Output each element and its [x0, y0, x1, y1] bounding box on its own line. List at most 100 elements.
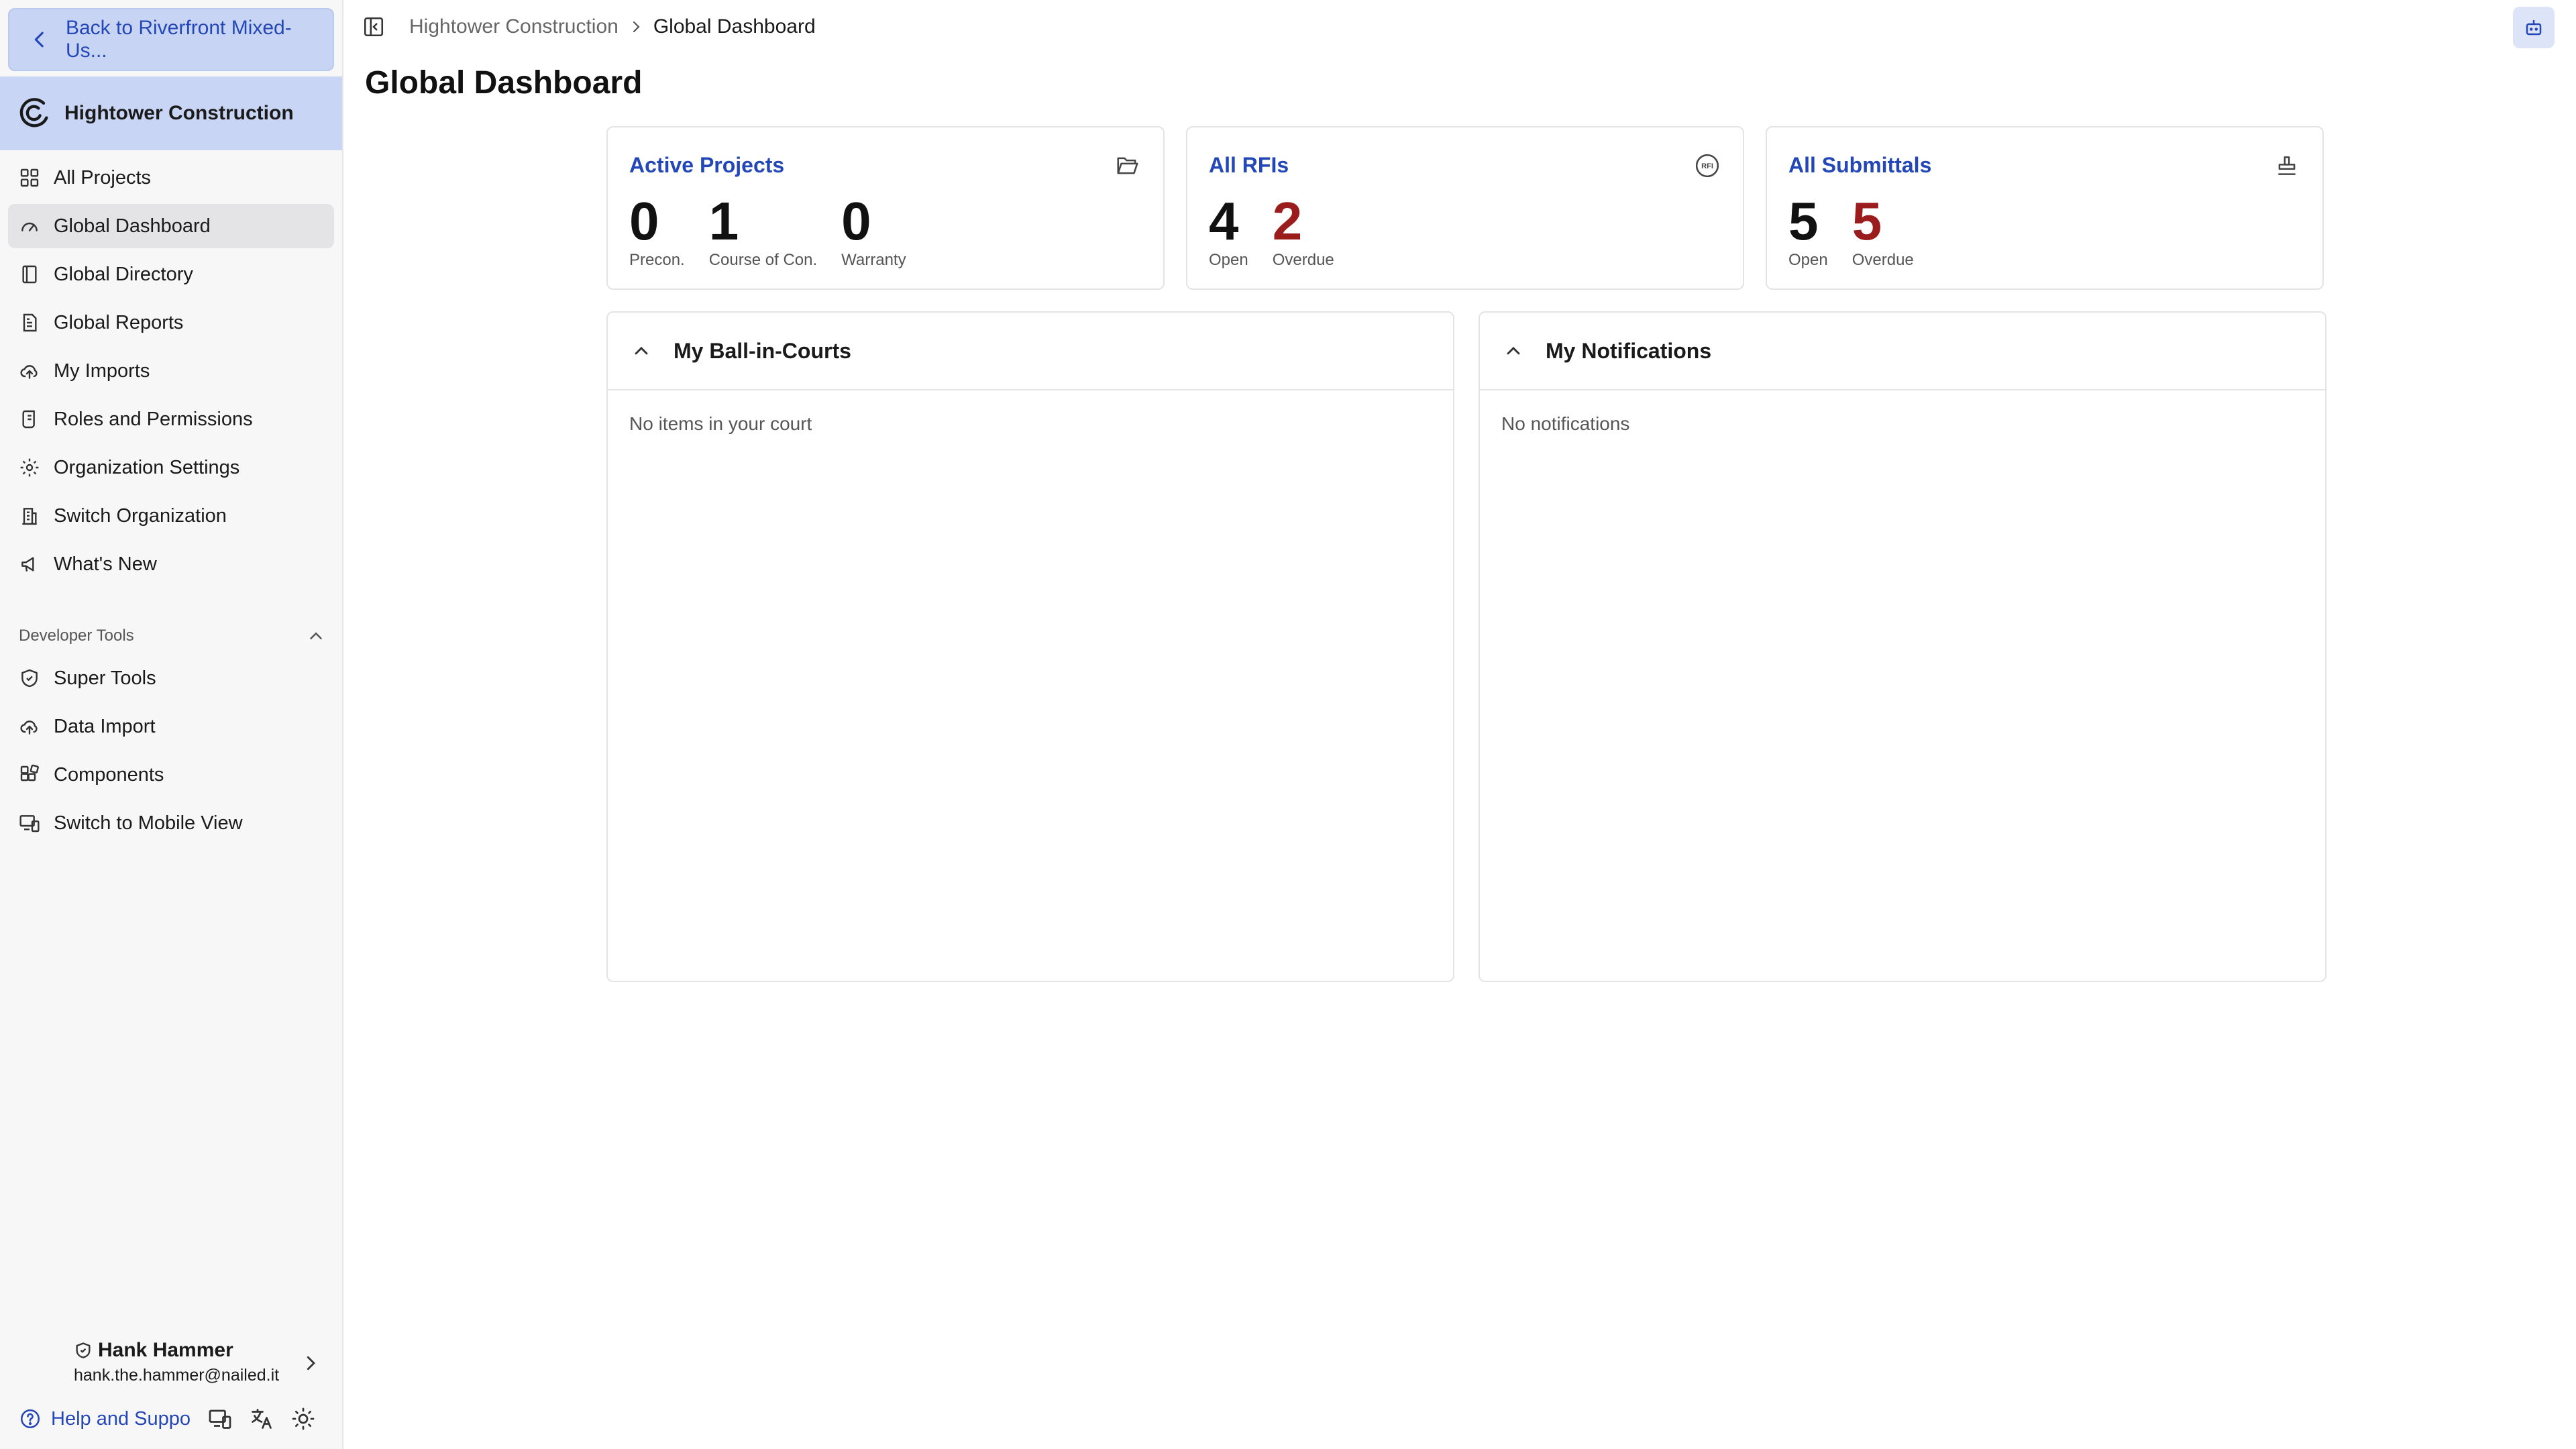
breadcrumb-org-link[interactable]: Hightower Construction	[409, 15, 619, 38]
stat-label: Open	[1788, 251, 1828, 269]
sidebar-item-whats-new[interactable]: What's New	[8, 542, 334, 586]
all-submittals-link[interactable]: All Submittals	[1788, 153, 1931, 178]
grid-icon	[20, 168, 39, 187]
sidebar-item-label: Global Directory	[54, 263, 193, 285]
sidebar-item-roles-permissions[interactable]: Roles and Permissions	[8, 397, 334, 441]
stat-label: Course of Con.	[708, 251, 818, 269]
sidebar-item-super-tools[interactable]: Super Tools	[8, 656, 334, 700]
submittals-card: All Submittals 5 Open 5 Overdue	[1766, 126, 2324, 290]
all-rfis-link[interactable]: All RFIs	[1209, 153, 1289, 178]
sidebar-item-all-projects[interactable]: All Projects	[8, 156, 334, 200]
report-icon	[23, 313, 37, 332]
sidebar-item-label: Switch Organization	[54, 504, 227, 527]
gauge-icon	[21, 222, 38, 231]
translate-icon[interactable]	[250, 1407, 274, 1431]
sidebar-item-my-imports[interactable]: My Imports	[8, 349, 334, 393]
stamp-icon	[2278, 156, 2296, 175]
user-email: hank.the.hammer@nailed.it	[74, 1366, 280, 1385]
sidebar-toggle-icon[interactable]	[362, 15, 385, 38]
org-name: Hightower Construction	[64, 102, 294, 124]
sidebar-item-label: Global Reports	[54, 311, 184, 333]
stat-row: 4 Open 2 Overdue	[1209, 193, 1358, 270]
page-title: Global Dashboard	[365, 65, 643, 101]
sidebar-item-global-reports[interactable]: Global Reports	[8, 301, 334, 345]
help-label: Help and Suppo	[51, 1407, 191, 1430]
sidebar-item-data-import[interactable]: Data Import	[8, 704, 334, 749]
panel-header: My Notifications	[1480, 313, 2325, 390]
back-to-project-button[interactable]: Back to Riverfront Mixed-Us...	[8, 8, 334, 71]
help-support-link[interactable]: Help and Suppo	[19, 1407, 191, 1430]
sidebar-item-label: Global Dashboard	[54, 215, 211, 237]
sidebar-item-mobile-view[interactable]: Switch to Mobile View	[8, 801, 334, 845]
sidebar-item-label: Data Import	[54, 715, 156, 737]
sidebar-item-label: My Imports	[54, 360, 150, 382]
panel-title: My Ball-in-Courts	[674, 338, 851, 363]
book-icon	[22, 265, 37, 284]
breadcrumb: Hightower Construction Global Dashboard	[362, 13, 816, 40]
stat-precon: 0 Precon.	[629, 193, 685, 270]
ball-in-courts-panel: My Ball-in-Courts No items in your court	[606, 311, 1454, 982]
stat-warranty: 0 Warranty	[841, 193, 906, 270]
empty-state-text: No notifications	[1501, 413, 1630, 434]
stat-label: Warranty	[841, 251, 906, 269]
active-projects-link[interactable]: Active Projects	[629, 153, 784, 178]
stat-value: 2	[1272, 191, 1303, 251]
sidebar-item-global-dashboard[interactable]: Global Dashboard	[8, 204, 334, 248]
sidebar-item-label: Components	[54, 763, 164, 786]
sidebar-item-label: All Projects	[54, 166, 152, 189]
stat-row: 0 Precon. 1 Course of Con. 0 Warranty	[629, 193, 930, 270]
org-header[interactable]: Hightower Construction	[0, 76, 342, 150]
svg-text:RFI: RFI	[1701, 162, 1713, 170]
stat-label: Overdue	[1272, 251, 1334, 269]
empty-state-text: No items in your court	[629, 413, 812, 434]
stat-value: 5	[1851, 191, 1882, 251]
stat-value: 0	[629, 191, 659, 251]
folder-open-icon	[1117, 157, 1138, 174]
user-name: Hank Hammer	[98, 1339, 233, 1361]
sidebar: Back to Riverfront Mixed-Us... Hightower…	[0, 0, 343, 1449]
breadcrumb-current: Global Dashboard	[653, 15, 816, 38]
stat-label: Open	[1209, 251, 1248, 269]
stat-label: Precon.	[629, 251, 685, 269]
sidebar-item-label: What's New	[54, 553, 157, 575]
devices-icon	[19, 815, 40, 833]
stat-open: 5 Open	[1788, 193, 1828, 270]
sidebar-item-switch-org[interactable]: Switch Organization	[8, 494, 334, 538]
panel-title: My Notifications	[1546, 338, 1712, 363]
components-icon	[20, 764, 39, 782]
bot-icon	[2526, 19, 2542, 36]
user-name-row: Hank Hammer	[74, 1339, 335, 1362]
stat-open: 4 Open	[1209, 193, 1248, 270]
scroll-icon	[22, 410, 35, 429]
sidebar-item-global-directory[interactable]: Global Directory	[8, 252, 334, 297]
stat-value: 5	[1788, 191, 1819, 251]
rfis-card: All RFIs RFI 4 Open 2 Overdue	[1186, 126, 1744, 290]
sun-icon[interactable]	[291, 1407, 315, 1431]
sidebar-item-label: Roles and Permissions	[54, 408, 253, 430]
chevron-right-icon[interactable]	[301, 1351, 321, 1375]
stat-row: 5 Open 5 Overdue	[1788, 193, 1938, 270]
chevron-up-icon[interactable]	[1503, 340, 1524, 362]
sidebar-item-org-settings[interactable]: Organization Settings	[8, 445, 334, 490]
help-circle-icon	[20, 1409, 40, 1429]
sidebar-item-label: Organization Settings	[54, 456, 240, 478]
chevron-up-icon	[310, 632, 322, 639]
sidebar-item-components[interactable]: Components	[8, 753, 334, 797]
building-icon	[22, 508, 37, 525]
sidebar-item-label: Switch to Mobile View	[54, 812, 243, 834]
shield-check-icon	[76, 1342, 91, 1358]
sidebar-nav: All Projects Global Dashboard Global Dir…	[8, 156, 334, 590]
gear-icon	[20, 458, 39, 477]
stat-course-of-con: 1 Course of Con.	[709, 193, 817, 270]
stat-value: 1	[708, 191, 739, 251]
stat-value: 0	[841, 191, 871, 251]
developer-tools-nav: Super Tools Data Import Components Switc…	[8, 656, 334, 849]
chevron-up-icon[interactable]	[631, 340, 652, 362]
stat-label: Overdue	[1851, 251, 1914, 269]
developer-tools-section-toggle[interactable]: Developer Tools	[19, 623, 326, 649]
user-profile[interactable]: Hank Hammer hank.the.hammer@nailed.it	[74, 1339, 335, 1393]
assistant-bot-button[interactable]	[2513, 7, 2555, 48]
sidebar-footer: Help and Suppo	[19, 1402, 334, 1436]
devices-icon[interactable]	[208, 1407, 232, 1431]
notifications-panel: My Notifications No notifications	[1479, 311, 2326, 982]
